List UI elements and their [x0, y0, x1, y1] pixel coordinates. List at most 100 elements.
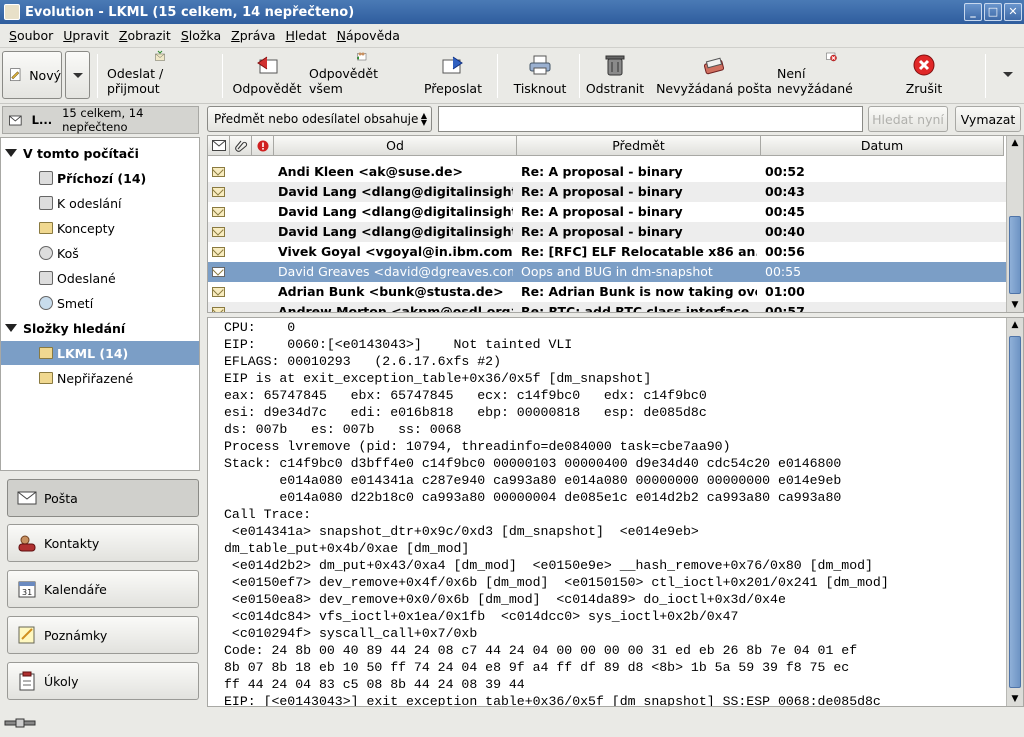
message-row[interactable]: Vivek Goyal <vgoyal@in.ibm.com> Re: [RFC… [208, 242, 1006, 262]
expander-open-icon[interactable] [5, 324, 17, 332]
print-label: Tisknout [513, 81, 567, 96]
unread-envelope-icon [212, 187, 225, 197]
tree-item-unmatched[interactable]: Nepřiřazené [1, 366, 199, 390]
menu-message[interactable]: Zpráva [226, 28, 280, 43]
search-filter-dropdown[interactable]: Předmět nebo odesílatel obsahuje ▲ ▼ [207, 106, 432, 132]
send-receive-button[interactable]: Odeslat / přijmout [107, 50, 213, 102]
switcher-memos-button[interactable]: Poznámky [7, 616, 199, 654]
attachment-column-header[interactable] [230, 136, 252, 156]
new-dropdown-button[interactable] [65, 51, 90, 99]
folder-icon [39, 372, 53, 384]
menu-search[interactable]: Hledat [281, 28, 332, 43]
evolution-app-icon[interactable] [4, 4, 20, 20]
tree-item-inbox[interactable]: Příchozí (14) [1, 166, 199, 190]
menu-edit[interactable]: Upravit [58, 28, 114, 43]
sent-icon [39, 271, 53, 285]
message-row[interactable]: David Lang <dlang@digitalinsight... Re: … [208, 222, 1006, 242]
message-body: CPU: 0 EIP: 0060:[<e0143043>] Not tainte… [224, 320, 889, 707]
message-subject: Re: A proposal - binary [521, 224, 683, 239]
unread-envelope-icon [212, 207, 225, 217]
scroll-down-icon[interactable]: ▼ [1007, 298, 1023, 312]
date-column-header[interactable]: Datum [761, 136, 1004, 156]
scroll-down-icon[interactable]: ▼ [1007, 692, 1023, 706]
cancel-label: Zrušit [905, 81, 943, 96]
message-row[interactable]: David Lang <dlang@digitalinsight... Re: … [208, 202, 1006, 222]
message-from: David Lang <dlang@digitalinsight... [278, 204, 513, 219]
from-column-header[interactable]: Od [274, 136, 517, 156]
contacts-icon [18, 535, 36, 552]
tree-item-label: K odeslání [57, 195, 122, 211]
message-row[interactable]: Andi Kleen <ak@suse.de> Re: A proposal -… [208, 162, 1006, 182]
maximize-button[interactable]: □ [984, 3, 1002, 21]
message-row-selected[interactable]: David Greaves <david@dgreaves.com> Oops … [208, 262, 1006, 282]
tree-item-lkml[interactable]: LKML (14) [1, 341, 199, 365]
tree-item-junk[interactable]: Smetí [1, 291, 199, 315]
minimize-button[interactable]: _ [964, 3, 982, 21]
message-preview: CPU: 0 EIP: 0060:[<e0143043>] Not tainte… [207, 317, 1024, 707]
tree-item-outbox[interactable]: K odeslání [1, 191, 199, 215]
expander-open-icon[interactable] [5, 149, 17, 157]
subject-column-header[interactable]: Předmět [517, 136, 761, 156]
message-subject: Re: [RFC] ELF Relocatable x86 an... [521, 244, 757, 259]
toolbar-overflow-button[interactable] [1003, 72, 1013, 77]
tree-group-search-folders[interactable]: Složky hledání [1, 316, 199, 340]
switcher-calendar-button[interactable]: 31 Kalendáře [7, 570, 199, 608]
message-row[interactable]: David Lang <dlang@digitalinsight... Re: … [208, 182, 1006, 202]
tasks-icon [19, 671, 35, 691]
delete-button[interactable]: Odstranit [585, 50, 645, 102]
message-date: 01:00 [765, 284, 805, 299]
tree-group-local[interactable]: V tomto počítači [1, 141, 199, 165]
scroll-thumb[interactable] [1009, 216, 1021, 294]
title-bar: Evolution - LKML (15 celkem, 14 nepřečte… [0, 0, 1024, 24]
message-from: David Greaves <david@dgreaves.com> [278, 264, 513, 279]
junk-button[interactable]: Nevyžádaná pošta [655, 50, 773, 102]
find-now-button[interactable]: Hledat nyní [868, 106, 948, 132]
envelope-icon [211, 140, 226, 151]
importance-column-header[interactable] [252, 136, 274, 156]
tree-item-label: Smetí [57, 295, 94, 311]
message-from: Andrew Morton <akpm@osdl.org> [278, 304, 513, 313]
folder-icon [39, 222, 53, 234]
toolbar: Nový Odeslat / přijmout Odpovědět Odpově… [0, 48, 1024, 104]
switcher-mail-button[interactable]: Pošta [7, 479, 199, 517]
message-date: 00:56 [765, 244, 805, 259]
chevron-down-icon [72, 72, 83, 78]
tree-item-drafts[interactable]: Koncepty [1, 216, 199, 240]
cancel-button[interactable]: Zrušit [900, 50, 948, 102]
scroll-up-icon[interactable]: ▲ [1007, 318, 1023, 332]
switcher-tasks-button[interactable]: Úkoly [7, 662, 199, 700]
close-button[interactable]: ✕ [1004, 3, 1022, 21]
scroll-thumb[interactable] [1009, 336, 1021, 688]
message-row[interactable]: Andrew Morton <akpm@osdl.org> Re: RTC: a… [208, 302, 1006, 313]
new-button[interactable]: Nový [2, 51, 62, 99]
trash-can-icon [605, 55, 625, 76]
menu-help[interactable]: Nápověda [332, 28, 405, 43]
clear-button[interactable]: Vymazat [955, 106, 1021, 132]
message-list-scrollbar[interactable]: ▲ ▼ [1006, 136, 1023, 312]
scroll-up-icon[interactable]: ▲ [1007, 136, 1023, 150]
menu-view[interactable]: Zobrazit [114, 28, 176, 43]
reply-button[interactable]: Odpovědět [232, 50, 302, 102]
updown-arrows-icon: ▲ ▼ [420, 111, 427, 127]
search-input[interactable] [438, 106, 863, 132]
tree-item-trash[interactable]: Koš [1, 241, 199, 265]
menu-file[interactable]: Soubor [4, 28, 58, 43]
forward-icon [442, 56, 463, 74]
print-button[interactable]: Tisknout [508, 50, 572, 102]
tree-item-sent[interactable]: Odeslané [1, 266, 199, 290]
status-column-header[interactable] [208, 136, 230, 156]
inbox-icon [39, 171, 53, 185]
menu-folder[interactable]: Složka [176, 28, 226, 43]
message-row[interactable]: Adrian Bunk <bunk@stusta.de> Re: Adrian … [208, 282, 1006, 302]
reply-label: Odpovědět [232, 81, 302, 96]
online-status-icon[interactable] [4, 717, 36, 729]
preview-scrollbar[interactable]: ▲ ▼ [1006, 318, 1023, 706]
switcher-contacts-button[interactable]: Kontakty [7, 524, 199, 562]
tree-item-label: LKML (14) [57, 345, 129, 361]
reply-all-icon [356, 52, 367, 61]
stop-icon [913, 54, 935, 76]
trash-icon [39, 246, 53, 260]
forward-button[interactable]: Přeposlat [420, 50, 486, 102]
not-junk-button[interactable]: Není nevyžádané [777, 50, 885, 102]
reply-all-button[interactable]: Odpovědět všem [309, 50, 413, 102]
